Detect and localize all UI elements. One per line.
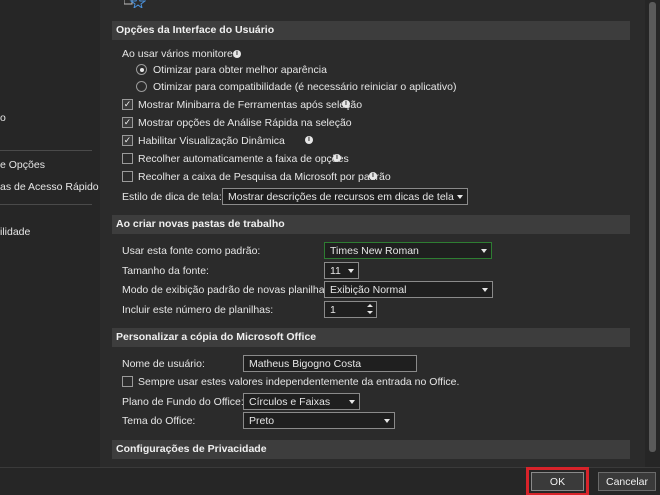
vertical-scrollbar[interactable] — [645, 0, 660, 467]
info-icon: i — [333, 154, 341, 162]
section-header-privacy: Configurações de Privacidade — [112, 440, 630, 459]
chevron-down-icon — [482, 288, 488, 292]
font-size-value: 11 — [330, 265, 341, 277]
checkbox-minibar[interactable]: ✓ — [122, 99, 133, 110]
options-content: Opções da Interface do Usuário Ao usar v… — [100, 0, 645, 467]
office-theme-value: Preto — [249, 415, 275, 427]
chevron-down-icon — [457, 195, 463, 199]
font-value: Times New Roman — [330, 245, 419, 257]
tooltip-style-label: Estilo de dica de tela: — [122, 191, 222, 203]
office-theme-select[interactable]: Preto — [243, 412, 395, 429]
default-view-value: Exibição Normal — [330, 284, 407, 296]
font-label: Usar esta fonte como padrão: — [122, 245, 261, 257]
username-input[interactable]: Matheus Bigogno Costa — [243, 355, 417, 372]
font-select[interactable]: Times New Roman — [324, 242, 492, 259]
sidebar-item-accessibility[interactable]: ilidade — [0, 226, 30, 238]
multi-monitor-label: Ao usar vários monitores: — [122, 48, 242, 60]
cancel-button[interactable]: Cancelar — [598, 472, 656, 491]
dialog-footer: OK Cancelar — [0, 467, 660, 495]
chevron-down-icon — [348, 269, 354, 273]
info-icon: i — [342, 100, 350, 108]
office-background-label: Plano de Fundo do Office: — [122, 396, 244, 408]
options-sidebar: o e Opções as de Acesso Rápido ilidade — [0, 0, 100, 467]
checkbox-quick-analysis-label: Mostrar opções de Análise Rápida na sele… — [138, 117, 352, 129]
spin-up-icon[interactable] — [367, 304, 373, 307]
sheet-count-value: 1 — [330, 304, 336, 316]
checkbox-collapse-search[interactable] — [122, 171, 133, 182]
radio-best-appearance[interactable] — [136, 64, 147, 75]
checkbox-live-preview-label: Habilitar Visualização Dinâmica — [138, 135, 285, 147]
office-theme-label: Tema do Office: — [122, 415, 196, 427]
sidebar-divider — [0, 204, 92, 205]
radio-best-appearance-label: Otimizar para obter melhor aparência — [153, 64, 327, 76]
default-view-select[interactable]: Exibição Normal — [324, 281, 493, 298]
section-header-new-workbooks: Ao criar novas pastas de trabalho — [112, 215, 630, 234]
scrollbar-thumb[interactable] — [649, 2, 656, 452]
checkbox-collapse-ribbon-label: Recolher automaticamente a faixa de opçõ… — [138, 153, 349, 165]
radio-compatibility-label: Otimizar para compatibilidade (é necessá… — [153, 81, 457, 93]
checkbox-collapse-ribbon[interactable] — [122, 153, 133, 164]
default-view-label: Modo de exibição padrão de novas planilh… — [122, 284, 333, 296]
spin-down-icon[interactable] — [367, 311, 373, 314]
section-header-personalize: Personalizar a cópia do Microsoft Office — [112, 328, 630, 347]
chevron-down-icon — [349, 400, 355, 404]
sheet-count-label: Incluir este número de planilhas: — [122, 304, 274, 316]
info-icon: i — [305, 136, 313, 144]
checkbox-always-use-label: Sempre usar estes valores independenteme… — [138, 376, 460, 388]
info-icon: i — [369, 172, 377, 180]
sheet-count-stepper[interactable]: 1 — [324, 301, 377, 318]
username-value: Matheus Bigogno Costa — [249, 358, 362, 370]
checkbox-always-use[interactable] — [122, 376, 133, 387]
sidebar-item-quick-access[interactable]: as de Acesso Rápido — [0, 181, 99, 193]
chevron-down-icon — [481, 249, 487, 253]
office-background-select[interactable]: Círculos e Faixas — [243, 393, 360, 410]
radio-compatibility[interactable] — [136, 81, 147, 92]
chevron-down-icon — [384, 419, 390, 423]
checkbox-live-preview[interactable]: ✓ — [122, 135, 133, 146]
checkbox-minibar-label: Mostrar Minibarra de Ferramentas após se… — [138, 99, 363, 111]
tooltip-style-select[interactable]: Mostrar descrições de recursos em dicas … — [222, 188, 468, 205]
username-label: Nome de usuário: — [122, 358, 205, 370]
sidebar-item-1[interactable]: o — [0, 112, 6, 124]
sidebar-divider — [0, 150, 92, 151]
font-size-label: Tamanho da fonte: — [122, 265, 209, 277]
checkbox-quick-analysis[interactable]: ✓ — [122, 117, 133, 128]
tooltip-style-value: Mostrar descrições de recursos em dicas … — [228, 191, 454, 203]
office-background-value: Círculos e Faixas — [249, 396, 331, 408]
ok-button[interactable]: OK — [526, 467, 589, 495]
sidebar-item-customize-ribbon[interactable]: e Opções — [0, 159, 45, 171]
cursor-star-icon — [124, 0, 146, 8]
info-icon: i — [233, 50, 241, 58]
section-header-ui-options: Opções da Interface do Usuário — [112, 21, 630, 40]
checkbox-collapse-search-label: Recolher a caixa de Pesquisa da Microsof… — [138, 171, 391, 183]
font-size-select[interactable]: 11 — [324, 262, 359, 279]
